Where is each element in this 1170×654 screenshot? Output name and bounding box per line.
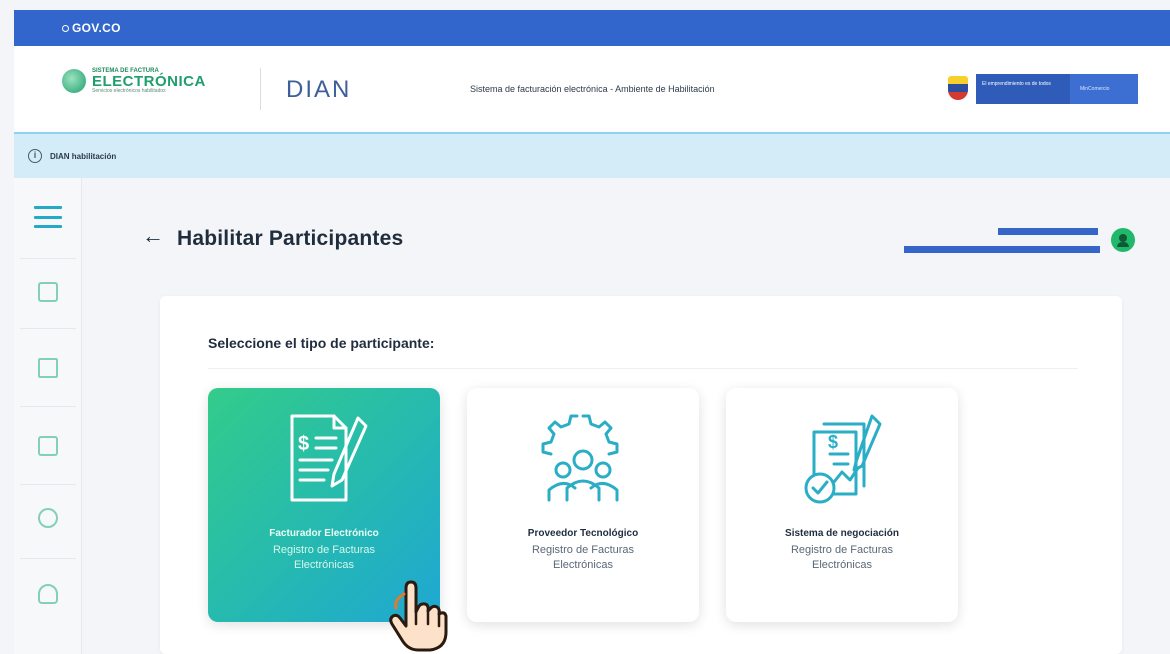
sidebar-divider: [20, 328, 76, 329]
gov-co-logo[interactable]: GOV.CO: [62, 21, 121, 35]
participant-title: Sistema de negociación: [785, 528, 899, 539]
select-participant-label: Seleccione el tipo de participante:: [208, 335, 435, 351]
user-name-redacted: [998, 228, 1098, 235]
document-icon[interactable]: [38, 358, 58, 378]
invoice-pen-icon: $: [290, 414, 368, 502]
user-email-redacted: [904, 246, 1100, 253]
participant-subtitle: Registro de Facturas Electrónicas: [531, 544, 635, 572]
participant-subtitle: Registro de Facturas Electrónicas: [272, 544, 376, 572]
sfe-logo[interactable]: SISTEMA DE FACTURA ELECTRÓNICA Servicios…: [62, 68, 206, 94]
header-divider: [260, 68, 261, 110]
user-avatar-icon[interactable]: [1111, 228, 1135, 252]
sidebar-divider: [20, 558, 76, 559]
dashboard-icon[interactable]: [38, 282, 58, 302]
participant-subtitle: Registro de Facturas Electrónicas: [790, 544, 894, 572]
sfe-logo-tiny: Servicios electrónicos habilitados: [92, 88, 166, 94]
label-divider: [208, 368, 1078, 369]
sidebar-divider: [20, 406, 76, 407]
lightbulb-icon[interactable]: [38, 584, 58, 604]
settings-icon[interactable]: [38, 508, 58, 528]
sfe-logo-big: ELECTRÓNICA: [92, 73, 206, 90]
site-header: SISTEMA DE FACTURA ELECTRÓNICA Servicios…: [14, 46, 1170, 134]
participant-card-negociacion[interactable]: $ Sistema de negociación Registro de Fac…: [726, 388, 958, 622]
dian-logo[interactable]: DIAN: [286, 76, 351, 104]
globe-icon: [62, 69, 86, 93]
sidebar-divider: [20, 258, 76, 259]
environment-info-bar: i DIAN habilitación: [14, 134, 1170, 178]
gov-co-text: GOV.CO: [72, 21, 121, 35]
hand-pointer-icon: [389, 580, 448, 652]
header-title: Sistema de facturación electrónica - Amb…: [470, 84, 715, 94]
info-icon: i: [28, 149, 42, 163]
gov-bar: GOV.CO: [14, 10, 1170, 46]
svg-text:$: $: [828, 432, 838, 452]
colombia-shield-icon: [948, 76, 968, 100]
mincomercio-logo[interactable]: El emprendimiento es de todos MinComerci…: [976, 74, 1138, 104]
participant-card-proveedor[interactable]: Proveedor Tecnológico Registro de Factur…: [467, 388, 699, 622]
environment-label: DIAN habilitación: [50, 151, 117, 161]
ministry-name: MinComercio: [1080, 86, 1110, 92]
sidebar-divider: [20, 484, 76, 485]
negotiation-system-icon: $: [804, 414, 882, 504]
back-arrow-icon[interactable]: ←: [142, 225, 164, 247]
gov-co-dot-icon: [62, 24, 69, 32]
participant-title: Facturador Electrónico: [269, 528, 379, 539]
participant-title: Proveedor Tecnológico: [527, 528, 639, 539]
tech-provider-team-icon: [541, 414, 619, 502]
page-title: Habilitar Participantes: [177, 227, 404, 250]
ministry-slogan: El emprendimiento es de todos: [976, 74, 1070, 104]
report-icon[interactable]: [38, 436, 58, 456]
menu-icon[interactable]: [34, 206, 62, 228]
sidebar: [14, 178, 82, 654]
svg-text:$: $: [298, 433, 309, 455]
